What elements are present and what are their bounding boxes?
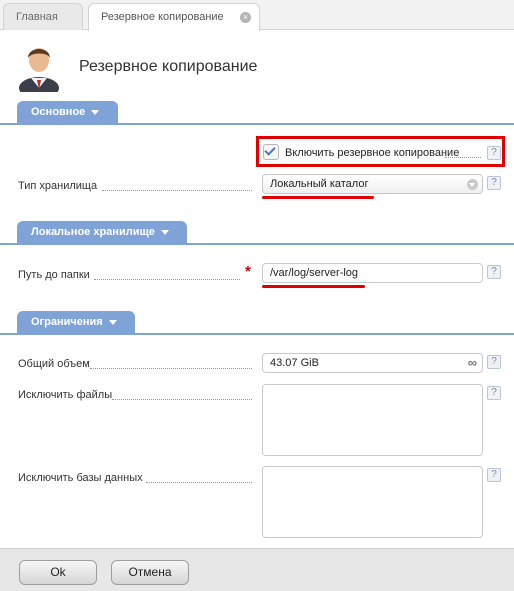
- help-icon[interactable]: ?: [487, 176, 501, 190]
- exclude-files-label: Исключить файлы: [18, 389, 113, 401]
- section-local-title: Локальное хранилище: [31, 226, 155, 238]
- tab-backup-label: Резервное копирование: [101, 11, 224, 23]
- exclude-files-textarea[interactable]: [262, 384, 483, 456]
- close-icon[interactable]: ×: [240, 12, 251, 23]
- dotted-leader: [102, 190, 252, 191]
- section-limits-divider: [0, 333, 514, 335]
- checkmark-icon: [264, 144, 276, 156]
- infinity-icon[interactable]: ∞: [468, 356, 477, 369]
- total-size-input[interactable]: 43.07 GiB ∞: [262, 353, 483, 373]
- folder-path-value: /var/log/server-log: [270, 267, 359, 279]
- exclude-databases-textarea[interactable]: [262, 466, 483, 538]
- help-icon[interactable]: ?: [487, 265, 501, 279]
- help-icon[interactable]: ?: [487, 146, 501, 160]
- exclude-databases-label: Исключить базы данных: [18, 472, 143, 484]
- chevron-down-icon: [108, 319, 117, 325]
- folder-path-label: Путь до папки: [18, 269, 90, 281]
- dotted-leader: [112, 399, 252, 400]
- dotted-leader: [146, 482, 252, 483]
- footer-bar: Ok Отмена: [0, 548, 514, 591]
- chevron-down-icon: [467, 179, 478, 190]
- dotted-leader: [94, 279, 240, 280]
- dotted-leader: [90, 368, 252, 369]
- tab-backup[interactable]: Резервное копирование ×: [88, 3, 260, 31]
- section-main-title: Основное: [31, 106, 86, 118]
- section-limits-toggle[interactable]: Ограничения: [17, 311, 135, 334]
- storage-type-value: Локальный каталог: [270, 178, 369, 190]
- help-icon[interactable]: ?: [487, 355, 501, 369]
- storage-type-select[interactable]: Локальный каталог: [262, 174, 483, 194]
- section-local-toggle[interactable]: Локальное хранилище: [17, 221, 187, 244]
- section-local-divider: [0, 243, 514, 245]
- red-underline: [262, 285, 365, 288]
- section-limits-title: Ограничения: [31, 316, 103, 328]
- enable-backup-checkbox[interactable]: [263, 144, 279, 160]
- section-main-toggle[interactable]: Основное: [17, 101, 118, 124]
- required-mark: *: [245, 263, 251, 280]
- tab-home[interactable]: Главная: [3, 3, 83, 30]
- tab-bar: Главная Резервное копирование ×: [0, 0, 514, 31]
- help-icon[interactable]: ?: [487, 386, 501, 400]
- user-avatar-icon: [19, 48, 59, 92]
- help-icon[interactable]: ?: [487, 468, 501, 482]
- total-size-label: Общий объем: [18, 358, 90, 370]
- tab-home-label: Главная: [16, 11, 58, 23]
- chevron-down-icon: [91, 109, 100, 115]
- red-underline: [262, 196, 374, 199]
- chevron-down-icon: [160, 229, 169, 235]
- enable-backup-label: Включить резервное копирование: [285, 147, 460, 159]
- section-main-divider: [0, 123, 514, 125]
- total-size-value: 43.07 GiB: [270, 357, 319, 369]
- page-title: Резервное копирование: [79, 58, 258, 75]
- cancel-button[interactable]: Отмена: [111, 560, 189, 585]
- storage-type-label: Тип хранилища: [18, 180, 98, 192]
- folder-path-input[interactable]: /var/log/server-log: [262, 263, 483, 283]
- dotted-leader: [445, 157, 481, 158]
- ok-button[interactable]: Ok: [19, 560, 97, 585]
